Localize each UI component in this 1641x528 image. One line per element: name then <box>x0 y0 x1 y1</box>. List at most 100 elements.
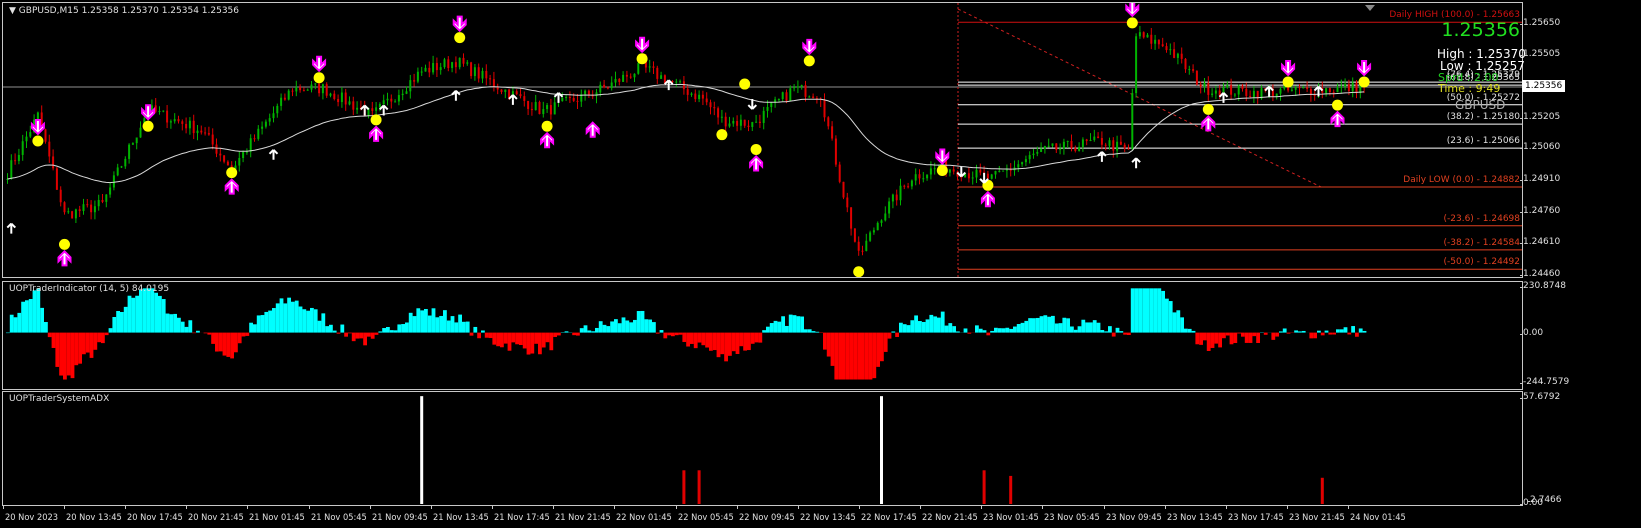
indicator-axis-max: 230.8748 <box>1520 281 1566 291</box>
histogram-bar <box>629 322 633 333</box>
uop-indicator-panel[interactable]: UOPTraderIndicator (14, 5) 84.0195 <box>2 281 1523 390</box>
candle-body <box>1112 140 1115 151</box>
candle-body <box>888 201 891 214</box>
histogram-bar <box>883 332 888 352</box>
adx-axis-max: 57.6792 <box>1519 392 1561 402</box>
histogram-bar <box>815 331 820 333</box>
candle-body <box>785 92 788 101</box>
histogram-bar <box>245 332 250 336</box>
candle-body <box>1294 87 1297 90</box>
histogram-bar <box>241 332 246 337</box>
histogram-bar <box>1298 331 1302 333</box>
candle-body <box>1325 88 1328 93</box>
price-axis-label: 1.25060 <box>1519 142 1561 153</box>
time-tick <box>1287 505 1288 509</box>
histogram-bar <box>902 324 907 333</box>
candle-body <box>352 101 355 110</box>
histogram-bar <box>716 332 721 358</box>
time-axis-label: 20 Nov 2023 <box>5 513 59 523</box>
histogram-bar <box>253 324 257 333</box>
indicator-axis-zero: 0.00 <box>1519 328 1544 338</box>
candle-body <box>1230 85 1233 95</box>
histogram-bar <box>963 328 968 333</box>
candle-body <box>603 84 606 88</box>
candle-body <box>131 143 134 145</box>
candle-body <box>1055 143 1058 150</box>
histogram-bar <box>1184 328 1188 333</box>
arrow-shape <box>452 15 467 33</box>
histogram-bar <box>948 323 953 333</box>
histogram-bar <box>530 332 535 354</box>
candle-body <box>409 80 412 92</box>
arrow-shape <box>585 121 600 138</box>
adx-axis-last: 2.7466 <box>1527 495 1562 505</box>
candle-body <box>876 222 879 231</box>
candle-body <box>93 206 96 213</box>
histogram-bar <box>386 326 390 333</box>
candle-body <box>1028 155 1031 160</box>
candle-body <box>14 160 17 162</box>
histogram-bar <box>754 332 759 343</box>
candle-body <box>975 169 978 178</box>
price-chart-panel[interactable]: ▼ GBPUSD,M15 1.25358 1.25370 1.25354 1.2… <box>2 2 1526 278</box>
histogram-bar <box>1282 328 1287 333</box>
histogram-bar <box>743 332 747 351</box>
histogram-bar <box>272 308 276 333</box>
arrow-shape <box>369 125 384 142</box>
arrow-shape <box>1357 59 1372 77</box>
histogram-bar <box>944 325 949 333</box>
histogram-bar <box>891 331 896 333</box>
histogram-bar <box>507 332 512 351</box>
histogram-bar <box>196 330 200 333</box>
candle-body <box>135 137 138 144</box>
sell-arrow-icon <box>1281 59 1296 77</box>
histogram-bar <box>526 332 531 355</box>
histogram-bar <box>1317 330 1321 333</box>
histogram-bar <box>842 332 846 380</box>
histogram-bar <box>188 320 193 333</box>
time-tick <box>492 505 494 509</box>
candle-body <box>416 71 419 82</box>
candle-body <box>74 209 77 219</box>
collapse-triangle-icon[interactable]: ▼ <box>9 6 16 16</box>
histogram-bar <box>1168 301 1173 333</box>
histogram-bar <box>553 332 557 337</box>
candle-body <box>1252 90 1255 98</box>
histogram-bar <box>929 314 934 333</box>
candle-body <box>1116 141 1119 151</box>
adx-panel[interactable]: UOPTraderSystemADX <box>2 391 1523 506</box>
candle-body <box>55 168 58 190</box>
histogram-bar <box>32 290 37 333</box>
histogram-bar <box>370 332 375 339</box>
histogram-bar <box>671 332 675 337</box>
histogram-bar <box>150 288 155 333</box>
candle-body <box>29 132 32 137</box>
candle-body <box>584 90 587 95</box>
histogram-bar <box>123 306 128 333</box>
histogram-bar <box>1301 330 1306 333</box>
histogram-bar <box>621 317 626 333</box>
candle-body <box>690 93 693 95</box>
adx-bar <box>982 470 986 504</box>
candle-body <box>71 211 74 219</box>
histogram-bar <box>55 332 60 367</box>
histogram-bar <box>519 332 523 346</box>
histogram-bar <box>348 332 352 334</box>
histogram-bar <box>807 329 812 333</box>
histogram-bar <box>1104 331 1108 333</box>
candle-body <box>424 67 427 72</box>
candle-body <box>694 93 697 100</box>
histogram-bar <box>788 314 793 333</box>
candle-body <box>249 138 252 152</box>
histogram-bar <box>63 332 67 380</box>
time-axis-label: 21 Nov 09:45 <box>371 513 428 523</box>
candle-body <box>1176 53 1179 58</box>
histogram-bar <box>834 332 839 380</box>
candle-body <box>1340 86 1343 88</box>
histogram-bar <box>458 314 462 333</box>
histogram-bar <box>298 306 303 333</box>
candle-body <box>1207 82 1210 95</box>
candle-body <box>918 174 921 179</box>
chart-header: ▼ GBPUSD,M15 1.25358 1.25370 1.25354 1.2… <box>9 6 239 16</box>
histogram-bar <box>602 324 607 333</box>
